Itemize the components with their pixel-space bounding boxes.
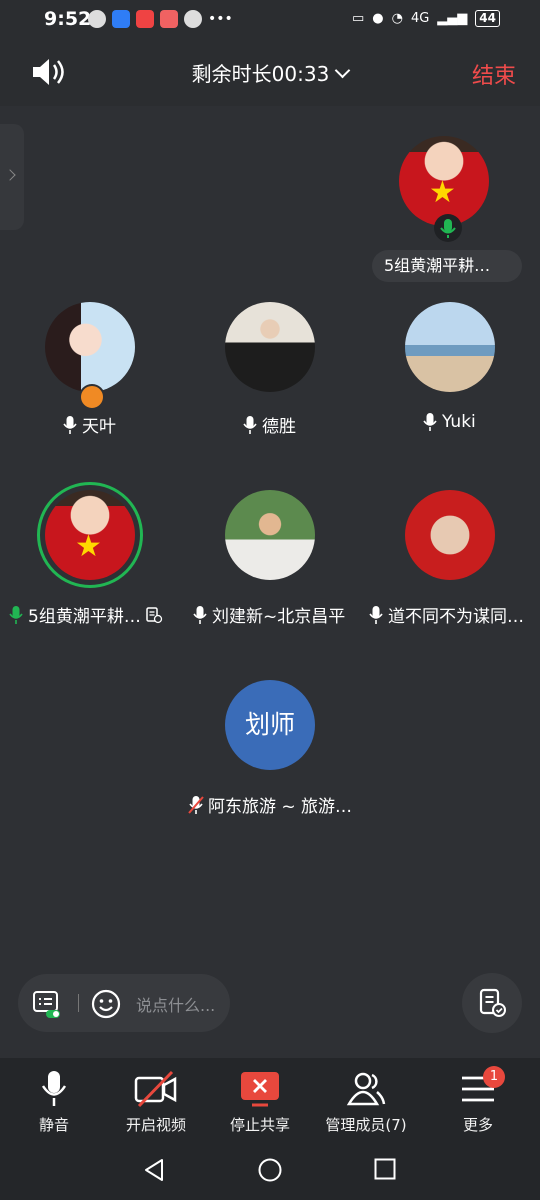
participant-avatar-7[interactable]: 划师 — [225, 680, 315, 770]
flag-star: ★ — [429, 175, 456, 210]
participant-name-7: 阿东旅游 ~ 旅游… — [208, 797, 353, 817]
stop-share-label: 停止共享 — [229, 1116, 290, 1134]
flag-star: ★ — [75, 529, 102, 564]
recents-icon[interactable] — [374, 1158, 396, 1180]
chevron-down-icon — [335, 62, 351, 79]
start-video-label: 开启视频 — [125, 1116, 186, 1134]
end-meeting-button[interactable]: 结束 — [472, 58, 516, 90]
wechat-icon — [184, 10, 202, 28]
chevron-right-icon — [4, 169, 16, 181]
participant-name-5: 刘建新~北京昌平 — [212, 607, 346, 627]
participant-avatar-1[interactable] — [45, 302, 135, 392]
microphone-icon — [41, 1071, 67, 1106]
mute-button[interactable]: 静音 — [0, 1058, 108, 1140]
manage-members-label: 管理成员(7) — [325, 1116, 407, 1134]
app-icon — [160, 10, 178, 28]
participant-stage: ★ 5组黄潮平耕… 天叶 德胜 Yuki ★ 5组黄潮平耕… 刘建新~北京昌平 … — [0, 106, 540, 1058]
participant-label-2: 德胜 — [242, 412, 296, 437]
chat-divider — [78, 994, 79, 1012]
participant-name-2: 德胜 — [262, 417, 296, 437]
mic-icon — [423, 413, 437, 431]
members-icon — [346, 1072, 386, 1106]
mic-status-icon: ● — [372, 11, 384, 26]
meeting-notes-button[interactable] — [462, 973, 522, 1033]
more-notifications-icon: ••• — [208, 11, 233, 27]
participant-avatar-4[interactable]: ★ — [45, 490, 135, 580]
mute-label: 静音 — [38, 1116, 69, 1134]
stop-share-icon — [241, 1072, 279, 1107]
status-right: ▭ ● ◔ 4G ▂▄▆ 44 — [352, 10, 500, 27]
speaking-mic-icon — [434, 214, 462, 242]
app-icon — [112, 10, 130, 28]
more-button[interactable]: 1 更多 — [424, 1058, 532, 1140]
status-bar: 9:52 ••• ▭ ● ◔ 4G ▂▄▆ 44 — [0, 0, 540, 38]
emoji-icon[interactable] — [90, 988, 122, 1020]
participant-avatar-6[interactable] — [405, 490, 495, 580]
mic-icon — [243, 415, 257, 434]
wifi-icon: ◔ — [391, 11, 403, 26]
remaining-time-dropdown[interactable]: 剩余时长00:33 — [0, 58, 540, 87]
notes-icon — [146, 606, 162, 623]
chat-placeholder: 说点什么... — [136, 996, 216, 1015]
battery-indicator: 44 — [475, 10, 500, 27]
chat-input-bar[interactable]: 说点什么... — [18, 974, 230, 1032]
remaining-time-label: 剩余时长00:33 — [191, 62, 330, 86]
participant-label-1: 天叶 — [62, 412, 116, 437]
participant-name-3: Yuki — [442, 412, 476, 432]
mic-icon — [9, 605, 23, 624]
cast-icon: ▭ — [351, 11, 365, 26]
notification-icons: ••• — [88, 10, 233, 28]
home-icon[interactable] — [258, 1158, 282, 1182]
start-video-button[interactable]: 开启视频 — [102, 1058, 210, 1140]
meeting-top-bar: 剩余时长00:33 结束 — [0, 38, 540, 106]
more-label: 更多 — [462, 1116, 493, 1134]
video-off-icon — [134, 1070, 177, 1108]
chat-toggle-icon[interactable] — [32, 989, 62, 1019]
participant-name-1: 天叶 — [82, 417, 116, 437]
participant-name-host: 5组黄潮平耕… — [372, 250, 522, 282]
participant-avatar-2[interactable] — [225, 302, 315, 392]
participant-name-6: 道不同不为谋同… — [388, 607, 524, 627]
network-label: 4G — [410, 11, 430, 26]
participant-avatar-5[interactable] — [225, 490, 315, 580]
back-icon[interactable] — [142, 1158, 166, 1182]
host-role-badge — [79, 384, 105, 410]
participant-label-4: 5组黄潮平耕… — [8, 602, 163, 627]
mic-icon — [193, 605, 207, 624]
mic-icon — [63, 415, 77, 434]
message-icon — [88, 10, 106, 28]
system-navigation-bar — [0, 1140, 540, 1200]
meeting-toolbar: 静音 开启视频 停止共享 管理成员(7) 1 更多 — [0, 1058, 540, 1140]
participant-avatar-3[interactable] — [405, 302, 495, 392]
notes-icon — [479, 988, 506, 1017]
participant-label-3: Yuki — [422, 412, 476, 432]
participant-name-4: 5组黄潮平耕… — [28, 607, 141, 627]
more-notification-badge: 1 — [483, 1066, 505, 1088]
manage-members-button[interactable]: 管理成员(7) — [310, 1058, 422, 1140]
participant-label-6: 道不同不为谋同… — [368, 602, 524, 627]
status-time: 9:52 — [44, 8, 92, 30]
mic-icon — [369, 605, 383, 624]
participant-avatar-host[interactable]: ★ — [399, 136, 489, 226]
participant-label-5: 刘建新~北京昌平 — [192, 602, 345, 627]
side-panel-toggle[interactable] — [0, 124, 24, 230]
stop-share-button[interactable]: 停止共享 — [206, 1058, 314, 1140]
app-icon — [136, 10, 154, 28]
signal-icon: ▂▄▆ — [437, 11, 468, 26]
mic-muted-icon — [188, 795, 204, 814]
participant-label-7: 阿东旅游 ~ 旅游… — [188, 792, 352, 817]
